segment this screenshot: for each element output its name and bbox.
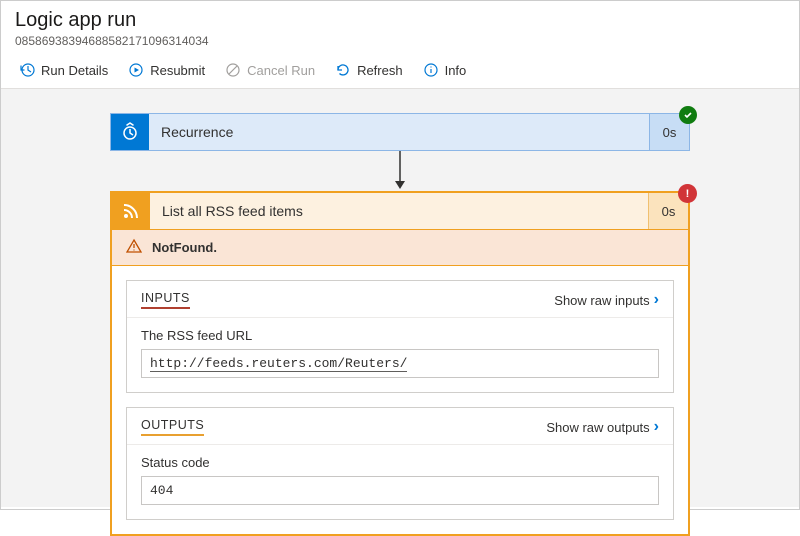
history-icon [19, 62, 35, 78]
cancel-icon [225, 62, 241, 78]
outputs-section: OUTPUTS Show raw outputs › Status code 4… [126, 407, 674, 520]
connector-arrow [110, 151, 690, 191]
page-title: Logic app run [15, 9, 785, 32]
status-code-label: Status code [141, 455, 659, 470]
recurrence-icon [111, 114, 149, 150]
error-badge: ! [678, 184, 697, 203]
resubmit-button[interactable]: Resubmit [120, 58, 213, 82]
cancel-run-button: Cancel Run [217, 58, 323, 82]
recurrence-title: Recurrence [149, 114, 649, 150]
page-header: Logic app run 08586938394688582171096314… [1, 1, 799, 52]
status-code-value: 404 [141, 476, 659, 505]
run-details-button[interactable]: Run Details [11, 58, 116, 82]
refresh-icon [335, 62, 351, 78]
rss-title: List all RSS feed items [150, 193, 648, 229]
success-badge [679, 106, 697, 124]
toolbar: Run Details Resubmit Cancel Run Refresh … [1, 52, 799, 89]
rss-icon [112, 193, 150, 229]
run-id: 08586938394688582171096314034 [15, 34, 785, 48]
refresh-button[interactable]: Refresh [327, 58, 411, 82]
rss-url-value: http://feeds.reuters.com/Reuters/ [141, 349, 659, 378]
rss-card: ! List all RSS feed items 0s NotFound. I… [110, 191, 690, 536]
info-icon [423, 62, 439, 78]
rss-url-label: The RSS feed URL [141, 328, 659, 343]
inputs-section: INPUTS Show raw inputs › The RSS feed UR… [126, 280, 674, 393]
warning-icon [126, 238, 142, 257]
inputs-heading: INPUTS [141, 291, 190, 309]
recurrence-card[interactable]: Recurrence 0s [110, 113, 690, 151]
show-raw-inputs-link[interactable]: Show raw inputs › [554, 291, 659, 309]
designer-canvas: Recurrence 0s ! List all RSS feed items … [1, 89, 799, 507]
error-message: NotFound. [152, 240, 217, 255]
info-button[interactable]: Info [415, 58, 475, 82]
rss-card-header[interactable]: List all RSS feed items 0s [112, 193, 688, 230]
chevron-right-icon: › [654, 418, 659, 436]
outputs-heading: OUTPUTS [141, 418, 204, 436]
play-circle-icon [128, 62, 144, 78]
show-raw-outputs-link[interactable]: Show raw outputs › [546, 418, 659, 436]
error-row: NotFound. [112, 230, 688, 266]
chevron-right-icon: › [654, 291, 659, 309]
